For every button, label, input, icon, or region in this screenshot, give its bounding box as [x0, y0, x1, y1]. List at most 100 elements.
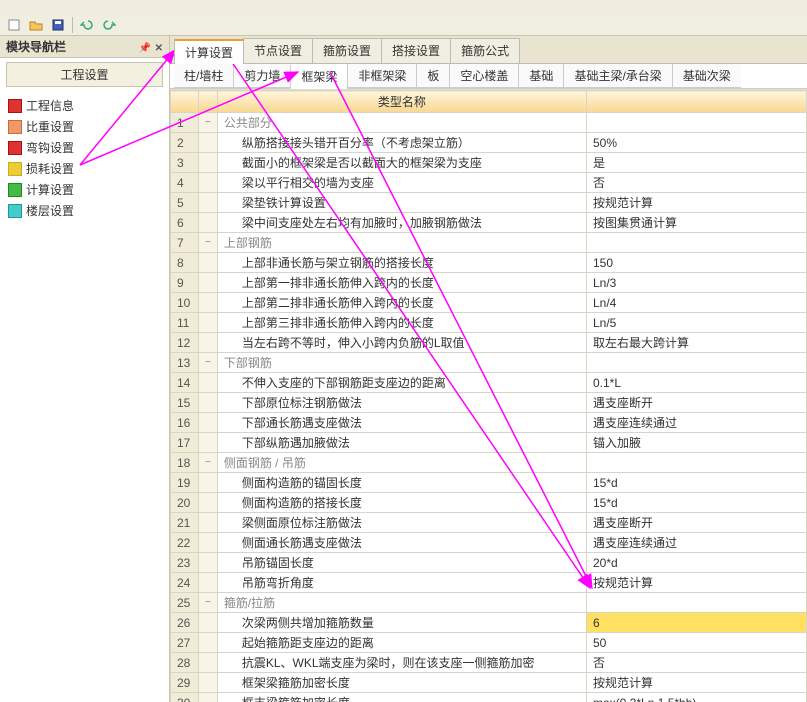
row-number: 15	[171, 393, 199, 413]
tree-item-icon	[8, 162, 22, 176]
row-number: 29	[171, 673, 199, 693]
value-cell[interactable]: 遇支座断开	[587, 513, 807, 533]
tab2-5[interactable]: 空心楼盖	[449, 64, 518, 88]
group-toggle[interactable]: −	[199, 353, 218, 373]
value-cell[interactable]: max(0.2*Ln,1.5*hb)	[587, 693, 807, 702]
value-cell[interactable]: 150	[587, 253, 807, 273]
value-cell[interactable]: 否	[587, 173, 807, 193]
param-label: 上部第二排非通长筋伸入跨内的长度	[217, 293, 586, 313]
table-row: 8上部非通长筋与架立钢筋的搭接长度150	[171, 253, 807, 273]
save-icon[interactable]	[50, 17, 66, 33]
table-row: 30框支梁箍筋加密长度max(0.2*Ln,1.5*hb)	[171, 693, 807, 702]
toggle-cell	[199, 673, 218, 693]
toggle-cell	[199, 653, 218, 673]
param-label: 侧面通长筋遇支座做法	[217, 533, 586, 553]
table-row: 4梁以平行相交的墙为支座否	[171, 173, 807, 193]
value-cell[interactable]: 按规范计算	[587, 573, 807, 593]
row-number: 20	[171, 493, 199, 513]
new-icon[interactable]	[6, 17, 22, 33]
tab2-0[interactable]: 柱/墙柱	[174, 64, 233, 88]
group-toggle[interactable]: −	[199, 233, 218, 253]
value-cell[interactable]: 否	[587, 653, 807, 673]
value-cell[interactable]: 50%	[587, 133, 807, 153]
param-label: 纵筋搭接接头错开百分率（不考虑架立筋）	[217, 133, 586, 153]
project-settings-button[interactable]: 工程设置	[6, 62, 163, 87]
table-row: 6梁中间支座处左右均有加腋时，加腋钢筋做法按图集贯通计算	[171, 213, 807, 233]
value-cell[interactable]: 20*d	[587, 553, 807, 573]
toggle-cell	[199, 513, 218, 533]
value-cell[interactable]: 按规范计算	[587, 193, 807, 213]
group-toggle[interactable]: −	[199, 593, 218, 613]
value-cell[interactable]: 遇支座断开	[587, 393, 807, 413]
row-number: 13	[171, 353, 199, 373]
value-cell[interactable]: 0.1*L	[587, 373, 807, 393]
toggle-cell	[199, 633, 218, 653]
toggle-cell	[199, 153, 218, 173]
tab2-3[interactable]: 非框架梁	[347, 64, 416, 88]
tree-item-5[interactable]: 楼层设置	[4, 200, 165, 221]
tab2-6[interactable]: 基础	[518, 64, 563, 88]
row-number: 24	[171, 573, 199, 593]
param-label: 吊筋弯折角度	[217, 573, 586, 593]
value-cell[interactable]: 50	[587, 633, 807, 653]
tab1-4[interactable]: 箍筋公式	[450, 38, 520, 63]
open-icon[interactable]	[28, 17, 44, 33]
tree-item-4[interactable]: 计算设置	[4, 179, 165, 200]
value-cell[interactable]: 锚入加腋	[587, 433, 807, 453]
pin-icon[interactable]: 📌	[139, 43, 151, 54]
value-cell[interactable]: Ln/4	[587, 293, 807, 313]
left-nav-panel: 模块导航栏 📌 ✕ 工程设置 工程信息比重设置弯钩设置损耗设置计算设置楼层设置	[0, 36, 170, 702]
table-row: 10上部第二排非通长筋伸入跨内的长度Ln/4	[171, 293, 807, 313]
toggle-cell	[199, 433, 218, 453]
table-row: 2纵筋搭接接头错开百分率（不考虑架立筋）50%	[171, 133, 807, 153]
tree-item-3[interactable]: 损耗设置	[4, 158, 165, 179]
value-cell[interactable]: 按规范计算	[587, 673, 807, 693]
value-cell[interactable]: Ln/5	[587, 313, 807, 333]
table-row: 14不伸入支座的下部钢筋距支座边的距离0.1*L	[171, 373, 807, 393]
redo-icon[interactable]	[101, 17, 117, 33]
param-label: 起始箍筋距支座边的距离	[217, 633, 586, 653]
param-label: 下部原位标注钢筋做法	[217, 393, 586, 413]
tab2-4[interactable]: 板	[416, 64, 449, 88]
group-toggle[interactable]: −	[199, 113, 218, 133]
tab2-2[interactable]: 框架梁	[290, 65, 347, 89]
tab1-2[interactable]: 箍筋设置	[312, 38, 382, 63]
row-number: 3	[171, 153, 199, 173]
tree-item-icon	[8, 120, 22, 134]
tab2-8[interactable]: 基础次梁	[672, 64, 741, 88]
toggle-cell	[199, 693, 218, 702]
row-number: 19	[171, 473, 199, 493]
group-toggle[interactable]: −	[199, 453, 218, 473]
tree-item-1[interactable]: 比重设置	[4, 116, 165, 137]
value-cell[interactable]: 遇支座连续通过	[587, 533, 807, 553]
value-cell[interactable]: 遇支座连续通过	[587, 413, 807, 433]
value-cell[interactable]: 取左右最大跨计算	[587, 333, 807, 353]
close-icon[interactable]: ✕	[155, 43, 163, 54]
value-cell[interactable]: Ln/3	[587, 273, 807, 293]
value-cell	[587, 353, 807, 373]
table-row: 11上部第三排非通长筋伸入跨内的长度Ln/5	[171, 313, 807, 333]
tab2-7[interactable]: 基础主梁/承台梁	[563, 64, 671, 88]
value-cell[interactable]: 是	[587, 153, 807, 173]
value-cell[interactable]: 15*d	[587, 493, 807, 513]
table-row: 22侧面通长筋遇支座做法遇支座连续通过	[171, 533, 807, 553]
value-cell[interactable]: 6	[587, 613, 807, 633]
tab1-3[interactable]: 搭接设置	[381, 38, 451, 63]
table-row: 28抗震KL、WKL端支座为梁时，则在该支座一侧箍筋加密否	[171, 653, 807, 673]
nav-tree: 工程信息比重设置弯钩设置损耗设置计算设置楼层设置	[0, 91, 169, 702]
table-row: 20侧面构造筋的搭接长度15*d	[171, 493, 807, 513]
value-cell	[587, 453, 807, 473]
table-row: 19侧面构造筋的锚固长度15*d	[171, 473, 807, 493]
tab1-1[interactable]: 节点设置	[243, 38, 313, 63]
tree-item-0[interactable]: 工程信息	[4, 95, 165, 116]
tab2-1[interactable]: 剪力墙	[233, 64, 290, 88]
tree-item-2[interactable]: 弯钩设置	[4, 137, 165, 158]
row-number: 9	[171, 273, 199, 293]
tree-item-label: 比重设置	[26, 118, 74, 135]
value-cell[interactable]: 按图集贯通计算	[587, 213, 807, 233]
main-toolbar	[0, 14, 807, 36]
tab1-0[interactable]: 计算设置	[174, 39, 244, 64]
toggle-cell	[199, 193, 218, 213]
undo-icon[interactable]	[79, 17, 95, 33]
value-cell[interactable]: 15*d	[587, 473, 807, 493]
